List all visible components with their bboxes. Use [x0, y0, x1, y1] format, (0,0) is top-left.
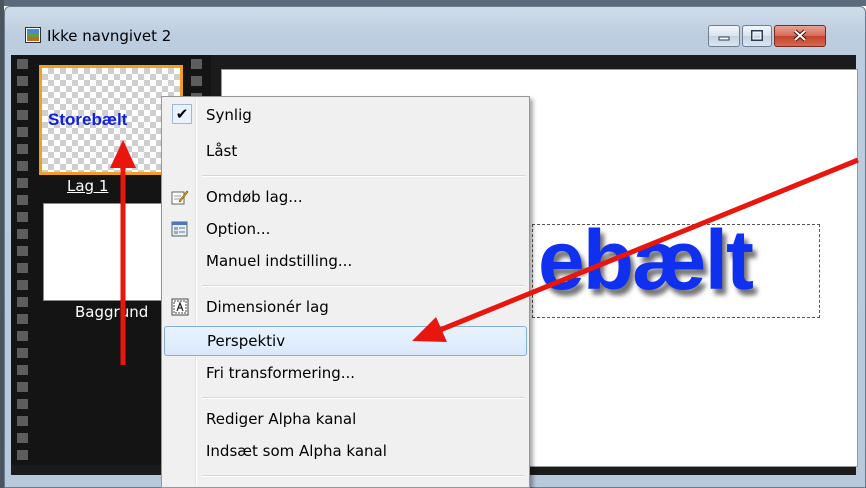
menu-item-option[interactable]: Option...: [164, 215, 527, 245]
film-sprocket: [17, 399, 28, 409]
film-sprocket: [17, 416, 28, 426]
menu-item-label: Perspektiv: [207, 332, 286, 350]
checkmark-icon: ✔: [172, 104, 192, 124]
menu-item-fri-transformering[interactable]: Fri transformering...: [164, 359, 527, 389]
layer-context-menu: ✔ Synlig Låst Omdøb lag... Option... Man…: [161, 96, 530, 488]
menu-item-dimensioner-lag[interactable]: Dimensionér lag: [164, 293, 527, 323]
rename-icon: [171, 190, 189, 205]
menu-separator: [202, 175, 525, 177]
menu-separator: [202, 285, 525, 287]
film-sprocket: [17, 127, 28, 137]
menu-separator: [202, 397, 525, 399]
minimize-button[interactable]: [708, 25, 740, 47]
canvas-text: ebælt: [538, 213, 754, 307]
menu-item-label: Rediger Alpha kanal: [206, 410, 357, 428]
film-sprocket: [17, 212, 28, 222]
maximize-icon: [751, 30, 763, 41]
film-sprocket: [191, 76, 202, 86]
film-sprocket: [17, 76, 28, 86]
menu-item-label: Synlig: [206, 106, 252, 124]
minimize-icon: [718, 36, 730, 41]
film-sprocket: [17, 382, 28, 392]
menu-item-label: Fri transformering...: [206, 364, 356, 382]
film-sprocket: [17, 331, 28, 341]
image-document-icon: [25, 27, 41, 43]
layer-label-lag1[interactable]: Lag 1: [67, 177, 147, 195]
film-sprocket: [17, 297, 28, 307]
menu-item-label: Omdøb lag...: [206, 188, 303, 206]
film-sprocket: [17, 110, 28, 120]
film-sprocket: [17, 59, 28, 69]
film-sprocket: [17, 144, 28, 154]
menu-item-synlig[interactable]: ✔ Synlig: [164, 101, 527, 131]
film-sprocket: [17, 450, 28, 460]
resize-layer-icon: [171, 298, 189, 316]
film-sprocket: [17, 314, 28, 324]
film-sprocket: [17, 280, 28, 290]
menu-item-label: Option...: [206, 220, 271, 238]
close-icon: [793, 29, 807, 42]
menu-item-indsaet-som-alpha-kanal[interactable]: Indsæt som Alpha kanal: [164, 437, 527, 467]
film-sprocket: [17, 348, 28, 358]
film-sprocket: [17, 365, 28, 375]
film-sprocket: [191, 59, 202, 69]
maximize-button[interactable]: [742, 25, 772, 47]
menu-item-label: Manuel indstilling...: [206, 252, 353, 270]
layer-label-baggrund[interactable]: Baggrund: [75, 303, 148, 321]
menu-item-omdoeb-lag[interactable]: Omdøb lag...: [164, 183, 527, 213]
layer-thumbnail-text: Storebælt: [48, 110, 128, 129]
menu-item-label: Dimensionér lag: [206, 298, 329, 316]
menu-separator: [202, 475, 525, 477]
window-title: Ikke navngivet 2: [47, 27, 172, 45]
film-sprocket: [17, 195, 28, 205]
menu-item-rediger-alpha-kanal[interactable]: Rediger Alpha kanal: [164, 405, 527, 435]
film-sprocket: [17, 178, 28, 188]
menu-item-label: Låst: [206, 142, 238, 160]
close-button[interactable]: [774, 25, 826, 47]
film-sprocket: [17, 229, 28, 239]
menu-item-manuel-indstilling[interactable]: Manuel indstilling...: [164, 247, 527, 277]
film-sprocket: [17, 93, 28, 103]
film-sprocket: [17, 161, 28, 171]
menu-item-laast[interactable]: Låst: [164, 137, 527, 167]
film-sprocket: [17, 263, 28, 273]
menu-item-label: Indsæt som Alpha kanal: [206, 442, 387, 460]
options-icon: [171, 221, 188, 237]
menu-item-perspektiv[interactable]: Perspektiv: [164, 326, 527, 356]
film-sprocket: [17, 433, 28, 443]
film-sprocket: [17, 246, 28, 256]
